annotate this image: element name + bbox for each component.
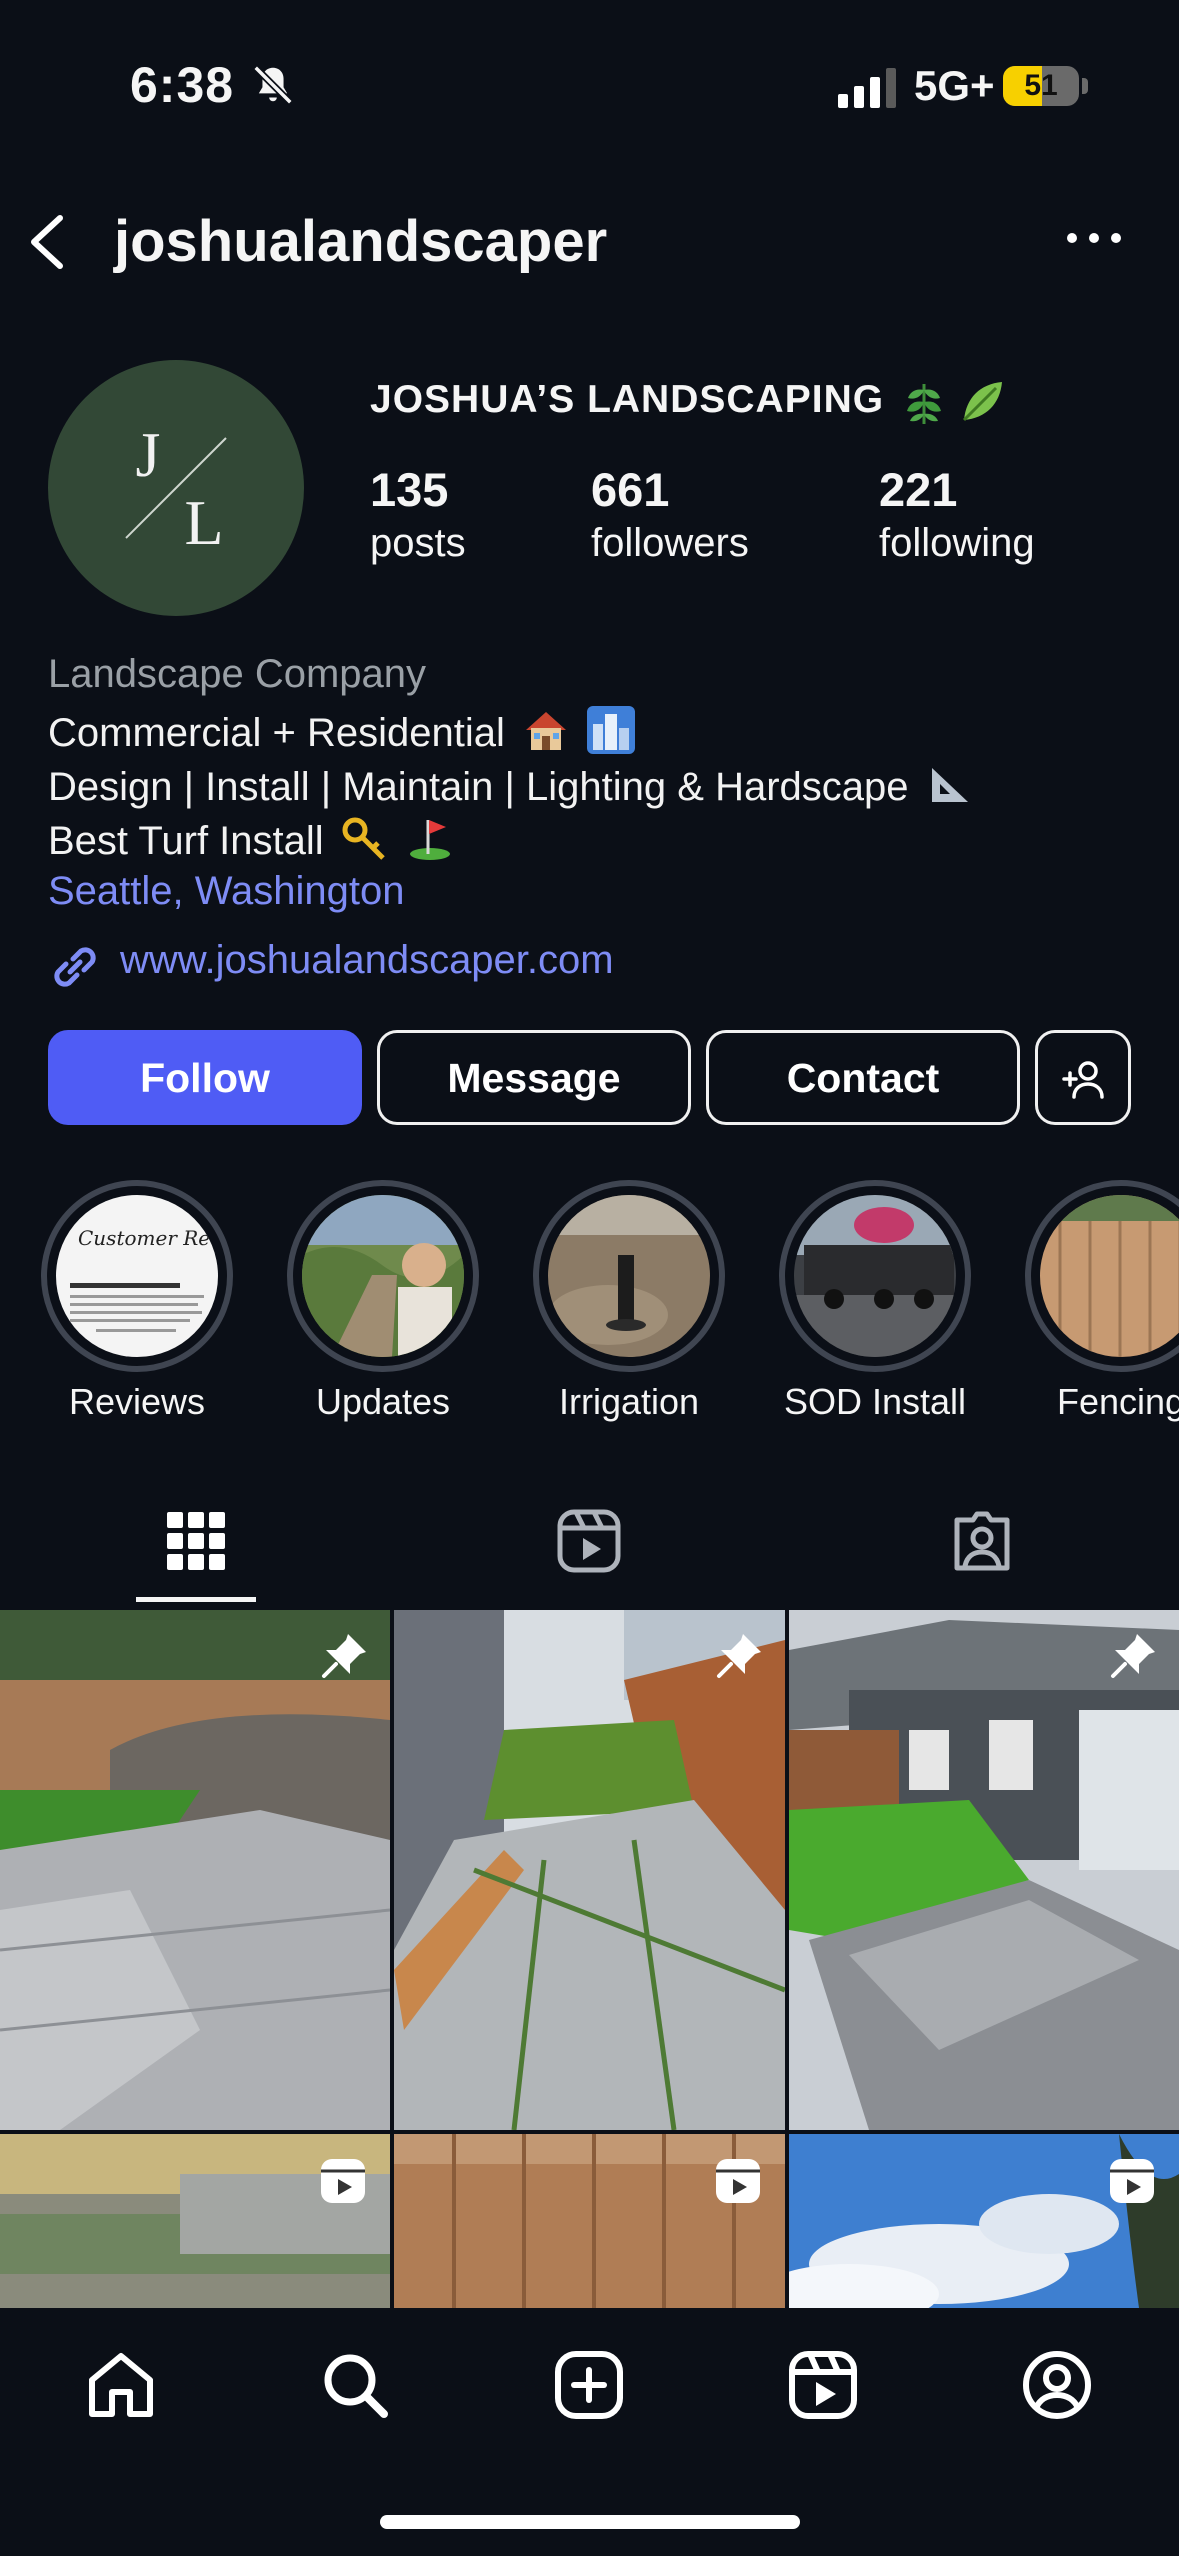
- highlight-label: Irrigation: [558, 1381, 700, 1422]
- pin-icon: [717, 1634, 761, 1678]
- post-tile-5[interactable]: [394, 2134, 785, 2308]
- bio-location[interactable]: Seattle, Washington: [48, 869, 405, 914]
- bio-line-2-text: Design | Install | Maintain | Lighting &…: [48, 765, 909, 809]
- following-label: following: [879, 521, 1035, 565]
- battery-tip: [1082, 78, 1088, 94]
- highlight-label: Reviews: [68, 1381, 206, 1422]
- post-tile-4[interactable]: [0, 2134, 390, 2308]
- reel-icon: [1110, 2159, 1154, 2203]
- post-image: [394, 1610, 785, 2130]
- highlight-cover-irrigation: [548, 1195, 710, 1357]
- post-image: [789, 1610, 1179, 2130]
- house-icon: [525, 712, 566, 750]
- status-time: 6:38: [130, 57, 235, 113]
- review-card-title: Customer Review: [78, 1226, 218, 1250]
- posts-label: posts: [370, 521, 466, 565]
- key-icon: [342, 817, 385, 860]
- jl-logo: J L: [125, 419, 227, 558]
- search-icon[interactable]: [318, 2348, 392, 2422]
- active-tab-indicator: [136, 1597, 256, 1602]
- avatar-letter-j: J: [136, 419, 161, 490]
- posts-count: 135: [370, 463, 449, 516]
- contact-button[interactable]: Contact: [706, 1030, 1020, 1125]
- tagged-icon[interactable]: [947, 1506, 1017, 1576]
- profile-username: joshualandscaper: [114, 209, 608, 274]
- suggested-users-button[interactable]: [1035, 1030, 1131, 1125]
- cityscape-icon: [587, 706, 636, 754]
- battery-level: 51: [1024, 69, 1058, 102]
- highlight-label: Updates: [315, 1381, 451, 1422]
- bio-line-3-text: Best Turf Install: [48, 819, 324, 863]
- network-type: 5G+: [914, 62, 995, 109]
- profile-icon[interactable]: [1020, 2348, 1094, 2422]
- highlight-cover-updates: [302, 1195, 464, 1357]
- pin-icon: [322, 1634, 366, 1678]
- follow-button[interactable]: Follow: [48, 1030, 362, 1125]
- bio-line-3: Best Turf Install: [48, 814, 454, 864]
- cellular-signal-icon: [838, 68, 896, 108]
- stat-posts[interactable]: 135 posts: [370, 462, 466, 566]
- post-image: [0, 1610, 390, 2130]
- avatar[interactable]: J L: [48, 360, 304, 616]
- bio-category: Landscape Company: [48, 652, 427, 696]
- followers-label: followers: [591, 521, 749, 565]
- bell-muted-icon: [253, 65, 293, 105]
- highlight-cover-sod-install: [794, 1195, 956, 1357]
- message-button[interactable]: Message: [377, 1030, 691, 1125]
- following-count: 221: [879, 463, 958, 516]
- status-bar: 6:38 5G+ 51: [0, 0, 1179, 170]
- reel-icon: [716, 2159, 760, 2203]
- bio-line-1-text: Commercial + Residential: [48, 711, 505, 755]
- battery-icon: 51: [1003, 66, 1079, 106]
- display-name: JOSHUA’S LANDSCAPING: [370, 378, 885, 421]
- chevron-left-icon[interactable]: [24, 212, 68, 272]
- avatar-letter-l: L: [184, 487, 223, 558]
- post-tile-2[interactable]: [394, 1610, 785, 2130]
- post-tile-1[interactable]: [0, 1610, 390, 2130]
- home-indicator: [380, 2515, 800, 2529]
- triangular-ruler-icon: [931, 768, 968, 802]
- pin-icon: [1111, 1634, 1155, 1678]
- highlight-label: Fencing: [1056, 1381, 1179, 1422]
- stat-following[interactable]: 221 following: [879, 462, 1035, 566]
- reel-icon: [321, 2159, 365, 2203]
- add-user-icon: [1062, 1061, 1104, 1099]
- home-icon[interactable]: [84, 2348, 158, 2422]
- highlight-cover-reviews: Customer Review: [56, 1195, 218, 1357]
- bio-line-2: Design | Install | Maintain | Lighting &…: [48, 760, 974, 810]
- golf-flag-icon: [409, 820, 450, 860]
- create-icon[interactable]: [552, 2348, 626, 2422]
- more-horizontal-icon[interactable]: [1064, 226, 1124, 250]
- followers-count: 661: [591, 463, 670, 516]
- post-tile-3[interactable]: [789, 1610, 1179, 2130]
- website-link[interactable]: www.joshualandscaper.com: [120, 938, 614, 983]
- leaf-icon: [962, 382, 1002, 422]
- post-tile-6[interactable]: [789, 2134, 1179, 2308]
- reels-icon[interactable]: [554, 1506, 624, 1576]
- stat-followers[interactable]: 661 followers: [591, 462, 749, 566]
- link-icon: [54, 947, 96, 987]
- grid-icon[interactable]: [161, 1506, 231, 1576]
- reels-icon[interactable]: [786, 2348, 860, 2422]
- herb-icon: [907, 384, 941, 424]
- highlight-label: SOD Install: [783, 1381, 967, 1422]
- bio-line-1: Commercial + Residential: [48, 706, 636, 756]
